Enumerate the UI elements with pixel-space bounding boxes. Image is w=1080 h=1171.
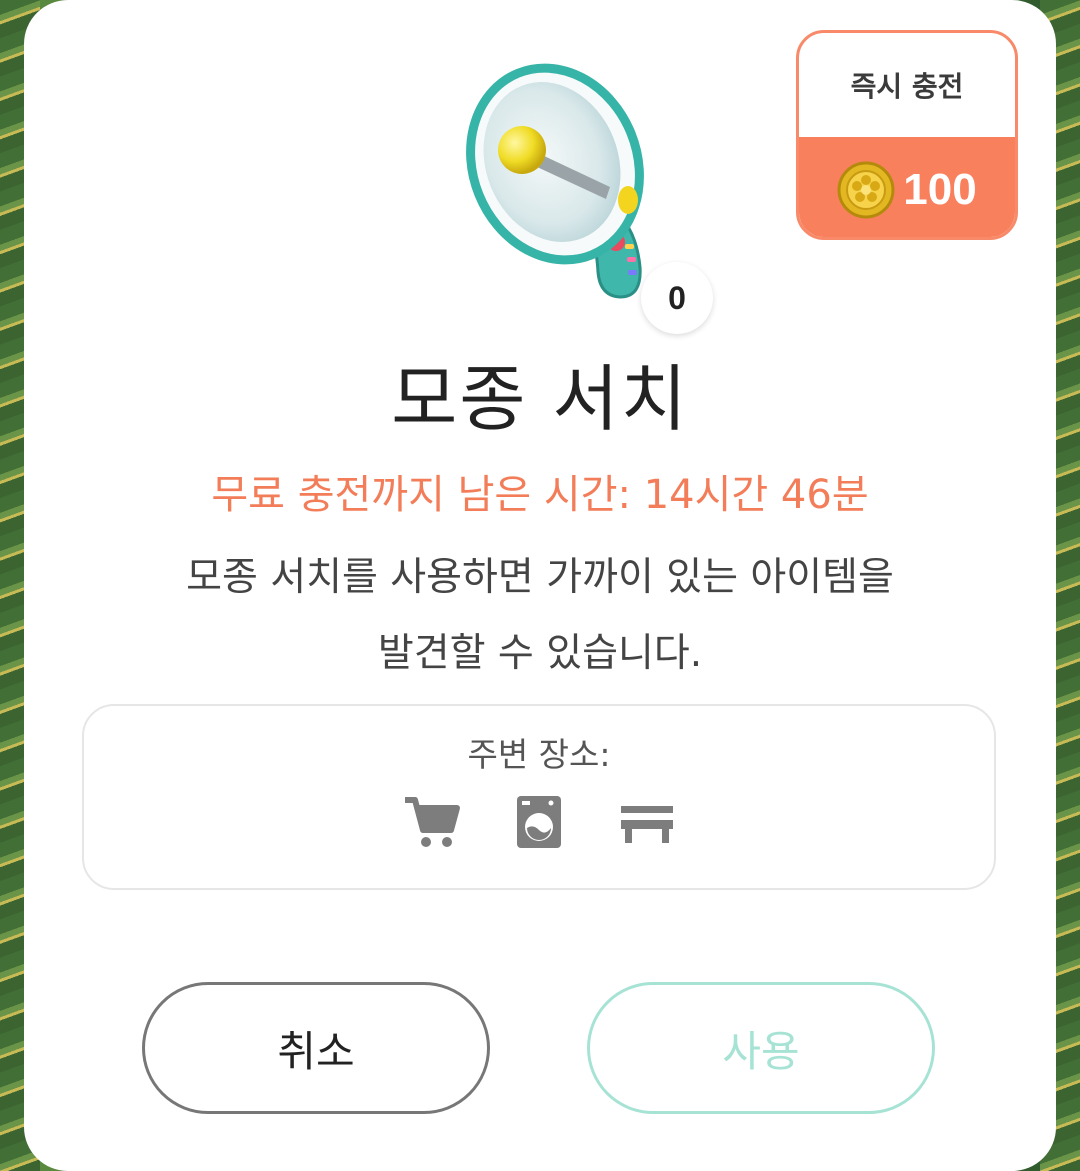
cancel-button[interactable]: 취소	[142, 982, 490, 1114]
megaphone-icon	[450, 52, 670, 312]
instant-charge-price-value: 100	[903, 165, 977, 214]
nearby-places-panel: 주변 장소:	[82, 704, 996, 890]
item-title: 모종 서치	[391, 357, 689, 441]
instant-charge-price: 100	[799, 137, 1015, 237]
washing-machine-icon	[509, 792, 569, 852]
nearby-places-label: 주변 장소:	[467, 735, 611, 774]
cart-icon	[401, 792, 461, 852]
item-description: 모종 서치를 사용하면 가까이 있는 아이템을 발견할 수 있습니다.	[104, 540, 976, 692]
instant-charge-label: 즉시 충전	[850, 70, 964, 103]
description-line-2: 발견할 수 있습니다.	[377, 631, 703, 676]
description-line-1: 모종 서치를 사용하면 가까이 있는 아이템을	[186, 555, 894, 600]
instant-charge-button[interactable]: 즉시 충전 100	[796, 30, 1018, 240]
free-charge-timer: 무료 충전까지 남은 시간: 14시간 46분	[211, 472, 869, 518]
use-button[interactable]: 사용	[587, 982, 935, 1114]
item-dialog: 0 즉시 충전 100 모종 서치 무료 충전까지 남은 시간: 14시간 46…	[24, 0, 1056, 1171]
nearby-places-icons	[84, 792, 994, 852]
coin-icon	[837, 161, 895, 219]
bench-icon	[617, 792, 677, 852]
item-count-badge: 0	[641, 262, 713, 334]
